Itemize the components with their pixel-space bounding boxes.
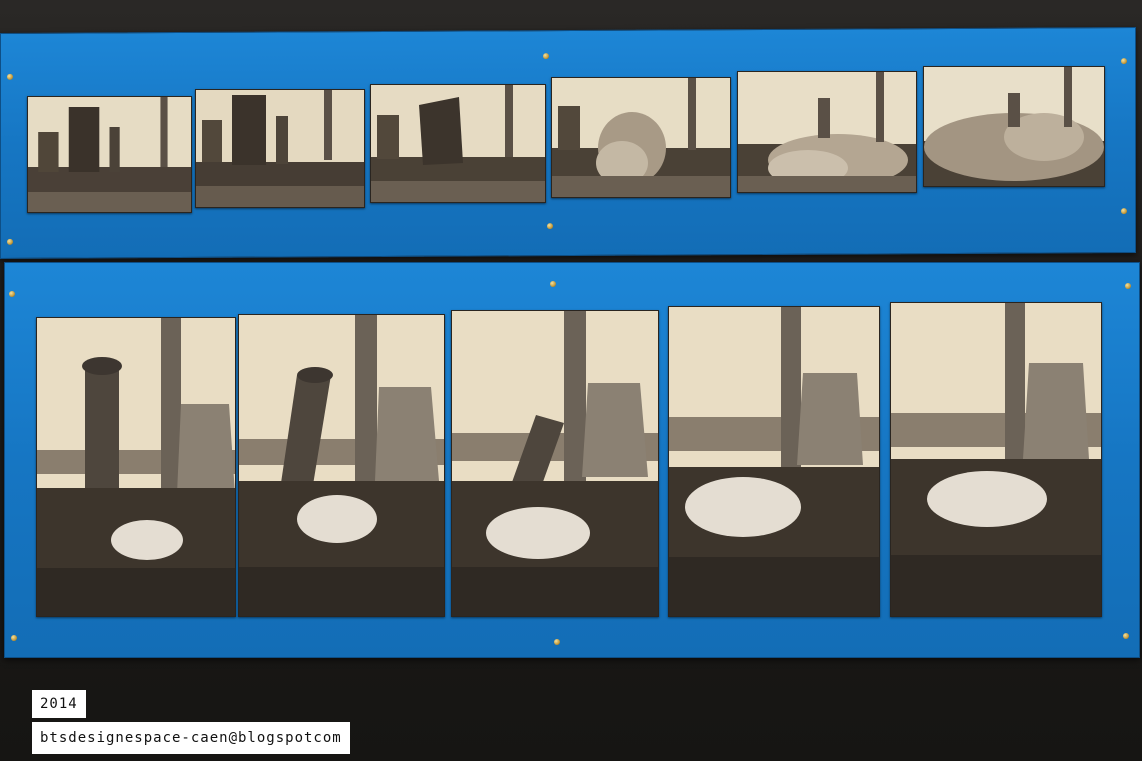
bottom-photo-1	[36, 317, 236, 617]
screw	[11, 635, 17, 641]
screw	[1123, 633, 1129, 639]
bottom-photo-2	[238, 314, 445, 617]
screw	[1121, 58, 1127, 65]
bottom-photo-5	[890, 302, 1102, 617]
bottom-photo-3	[451, 310, 659, 617]
screw	[9, 291, 15, 297]
screw	[7, 73, 13, 80]
screw	[550, 281, 556, 287]
screw	[1121, 208, 1127, 215]
top-photo-2	[195, 89, 365, 208]
top-photo-4	[551, 77, 731, 198]
screw	[1125, 283, 1131, 289]
top-photo-3	[370, 84, 546, 203]
top-photo-5	[737, 71, 917, 193]
top-photo-1	[27, 96, 192, 213]
screw	[543, 53, 549, 60]
screw	[547, 223, 553, 230]
top-photo-6	[923, 66, 1105, 187]
blog-caption: btsdesignespace-caen@blogspotcom	[32, 722, 350, 754]
screw	[554, 639, 560, 645]
year-caption: 2014	[32, 690, 86, 718]
screw	[7, 238, 13, 245]
bottom-photo-4	[668, 306, 880, 617]
